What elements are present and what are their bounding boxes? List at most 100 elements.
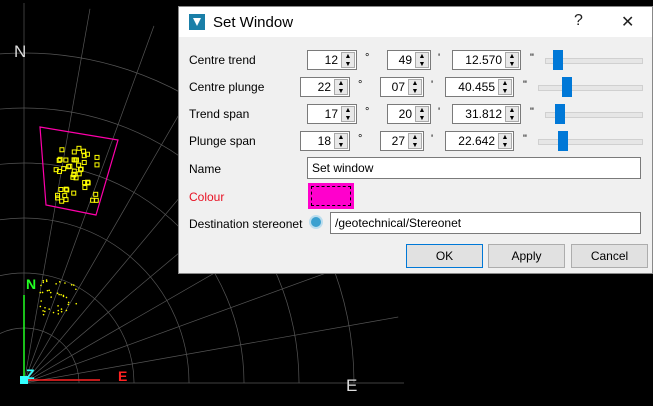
stereonet-globe-icon[interactable]	[309, 215, 323, 229]
minutes-spinbox[interactable]: 07 ▲ ▼	[380, 77, 424, 97]
close-button[interactable]: ✕	[621, 12, 634, 32]
spin-arrows-icon[interactable]: ▲ ▼	[341, 52, 355, 68]
degrees-spinbox[interactable]: 22 ▲ ▼	[300, 77, 350, 97]
projected-point	[57, 313, 60, 315]
minutes-spinbox[interactable]: 49 ▲ ▼	[387, 50, 431, 70]
spin-arrows-icon[interactable]: ▲ ▼	[498, 79, 512, 95]
degrees-spinbox[interactable]: 12 ▲ ▼	[307, 50, 357, 70]
projected-point	[67, 301, 70, 304]
ok-button[interactable]: OK	[406, 244, 483, 268]
projected-point	[55, 283, 57, 285]
projected-point	[60, 293, 62, 296]
projected-point	[42, 281, 45, 284]
cancel-button[interactable]: Cancel	[571, 244, 648, 268]
seconds-spinbox[interactable]: 12.570 ▲ ▼	[452, 50, 521, 70]
data-point	[94, 162, 100, 168]
destination-label: Destination stereonet	[189, 217, 303, 231]
spin-arrows-icon[interactable]: ▲ ▼	[408, 133, 422, 149]
apply-button[interactable]: Apply	[488, 244, 565, 268]
projected-point	[44, 310, 46, 313]
data-point	[58, 187, 64, 193]
axis-n-label: N	[26, 276, 37, 292]
data-point	[62, 193, 68, 199]
row-label: Trend span	[189, 107, 250, 121]
spin-arrows-icon[interactable]: ▲ ▼	[341, 106, 355, 122]
projected-point	[60, 310, 63, 313]
data-point	[76, 145, 82, 151]
projected-point	[46, 289, 49, 292]
projected-point	[60, 308, 63, 310]
minutes-spinbox[interactable]: 27 ▲ ▼	[380, 131, 424, 151]
second-unit: "	[530, 106, 534, 118]
data-point	[76, 162, 82, 168]
minute-unit: '	[438, 52, 441, 64]
spin-arrows-icon[interactable]: ▲ ▼	[334, 79, 348, 95]
projected-point	[58, 293, 60, 296]
degree-unit: °	[365, 52, 370, 64]
axis-z-label: Z	[26, 366, 35, 382]
minute-unit: '	[431, 133, 434, 145]
second-unit: "	[523, 133, 527, 145]
projected-point	[75, 288, 77, 291]
slider-handle[interactable]	[557, 131, 568, 151]
degrees-spinbox[interactable]: 18 ▲ ▼	[300, 131, 350, 151]
grid-radial	[23, 25, 155, 384]
spin-arrows-icon[interactable]: ▲ ▼	[505, 52, 519, 68]
slider-handle[interactable]	[554, 104, 565, 124]
seconds-spinbox[interactable]: 22.642 ▲ ▼	[445, 131, 514, 151]
projected-point	[45, 279, 48, 281]
projected-point	[39, 291, 42, 294]
app-icon	[189, 14, 205, 30]
spin-arrows-icon[interactable]: ▲ ▼	[415, 106, 429, 122]
axis-e-label: E	[118, 368, 128, 384]
projected-point	[56, 292, 59, 295]
degree-unit: °	[358, 79, 363, 91]
north-label: N	[14, 42, 27, 61]
seconds-spinbox[interactable]: 40.455 ▲ ▼	[445, 77, 514, 97]
help-button[interactable]: ?	[574, 12, 583, 30]
minute-unit: '	[438, 106, 441, 118]
degrees-spinbox[interactable]: 17 ▲ ▼	[307, 104, 357, 124]
colour-swatch-button[interactable]	[308, 183, 354, 209]
angle-slider[interactable]	[538, 131, 643, 151]
angle-slider[interactable]	[545, 50, 643, 70]
second-unit: "	[523, 79, 527, 91]
destination-input[interactable]: /geotechnical/Stereonet	[330, 212, 641, 234]
row-label: Centre plunge	[189, 80, 265, 94]
projected-point	[42, 310, 44, 312]
spin-arrows-icon[interactable]: ▲ ▼	[415, 52, 429, 68]
name-input[interactable]: Set window	[307, 157, 641, 179]
projected-point	[50, 296, 52, 298]
dialog-title: Set Window	[213, 13, 294, 31]
projected-point	[75, 302, 78, 305]
slider-handle[interactable]	[552, 50, 563, 70]
projected-point	[42, 279, 45, 282]
projected-point	[65, 309, 68, 312]
projected-point	[48, 308, 50, 310]
angle-slider[interactable]	[538, 77, 643, 97]
spin-arrows-icon[interactable]: ▲ ▼	[505, 106, 519, 122]
projected-point	[72, 284, 75, 286]
degree-unit: °	[358, 133, 363, 145]
data-point	[71, 149, 77, 155]
projected-point	[67, 303, 70, 306]
title-bar: Set Window ? ✕	[179, 7, 652, 37]
spin-arrows-icon[interactable]: ▲ ▼	[408, 79, 422, 95]
angle-slider[interactable]	[545, 104, 643, 124]
data-point	[76, 171, 82, 177]
projected-point	[48, 289, 51, 292]
data-point	[63, 157, 69, 163]
spin-arrows-icon[interactable]: ▲ ▼	[498, 133, 512, 149]
data-point	[71, 190, 77, 196]
colour-label: Colour	[189, 190, 225, 204]
slider-handle[interactable]	[562, 77, 573, 97]
projected-point	[40, 284, 42, 287]
seconds-spinbox[interactable]: 31.812 ▲ ▼	[452, 104, 521, 124]
projected-point	[62, 295, 65, 298]
data-point	[63, 197, 69, 203]
projected-point	[64, 282, 66, 284]
projected-point	[44, 306, 46, 309]
minutes-spinbox[interactable]: 20 ▲ ▼	[387, 104, 431, 124]
east-label: E	[346, 376, 358, 395]
spin-arrows-icon[interactable]: ▲ ▼	[334, 133, 348, 149]
